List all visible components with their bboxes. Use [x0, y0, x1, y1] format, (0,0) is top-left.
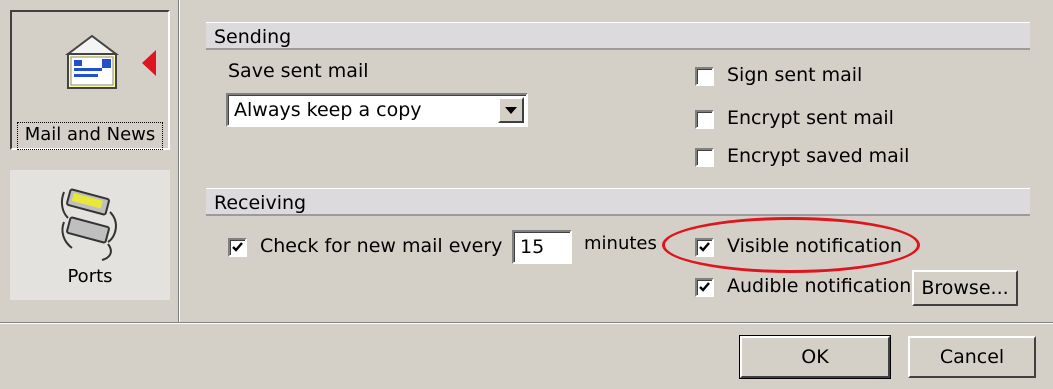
sign-sent-mail-checkbox[interactable] [695, 67, 714, 86]
footer-divider [0, 322, 1053, 324]
encrypt-sent-mail-label: Encrypt sent mail [727, 107, 894, 129]
encrypt-saved-mail-checkbox[interactable] [695, 148, 714, 167]
nav-label-mail-and-news: Mail and News [24, 124, 156, 145]
section-header-sending: Sending [206, 22, 1030, 50]
audible-notification-label: Audible notification [727, 275, 912, 297]
highlight-oval [662, 217, 920, 273]
checkmark-icon [699, 282, 710, 292]
nav-item-mail-and-news[interactable]: Mail and News [10, 10, 170, 150]
chevron-down-icon[interactable] [498, 97, 524, 123]
ok-button[interactable]: OK [739, 335, 891, 379]
save-sent-mail-label: Save sent mail [228, 60, 369, 82]
check-new-mail-label: Check for new mail every [260, 235, 503, 257]
encrypt-sent-mail-checkbox[interactable] [695, 110, 714, 129]
save-sent-mail-value: Always keep a copy [234, 99, 422, 121]
nav-label-ports: Ports [67, 266, 113, 287]
mail-envelope-icon [62, 32, 122, 92]
sign-sent-mail-label: Sign sent mail [727, 64, 863, 86]
network-ports-icon [58, 182, 124, 262]
check-interval-input[interactable]: 15 [512, 230, 572, 264]
save-sent-mail-select[interactable]: Always keep a copy [226, 93, 528, 127]
active-nav-arrow-icon [142, 50, 156, 76]
audible-notification-checkbox[interactable] [695, 278, 714, 297]
check-new-mail-checkbox[interactable] [228, 238, 247, 257]
encrypt-saved-mail-label: Encrypt saved mail [727, 145, 910, 167]
vertical-divider [178, 0, 180, 322]
cancel-button[interactable]: Cancel [908, 336, 1036, 378]
section-header-receiving: Receiving [206, 188, 1030, 216]
checkmark-icon [232, 242, 243, 252]
nav-item-ports[interactable]: Ports [10, 170, 170, 300]
minutes-label: minutes [584, 233, 657, 254]
browse-button[interactable]: Browse... [912, 270, 1018, 306]
